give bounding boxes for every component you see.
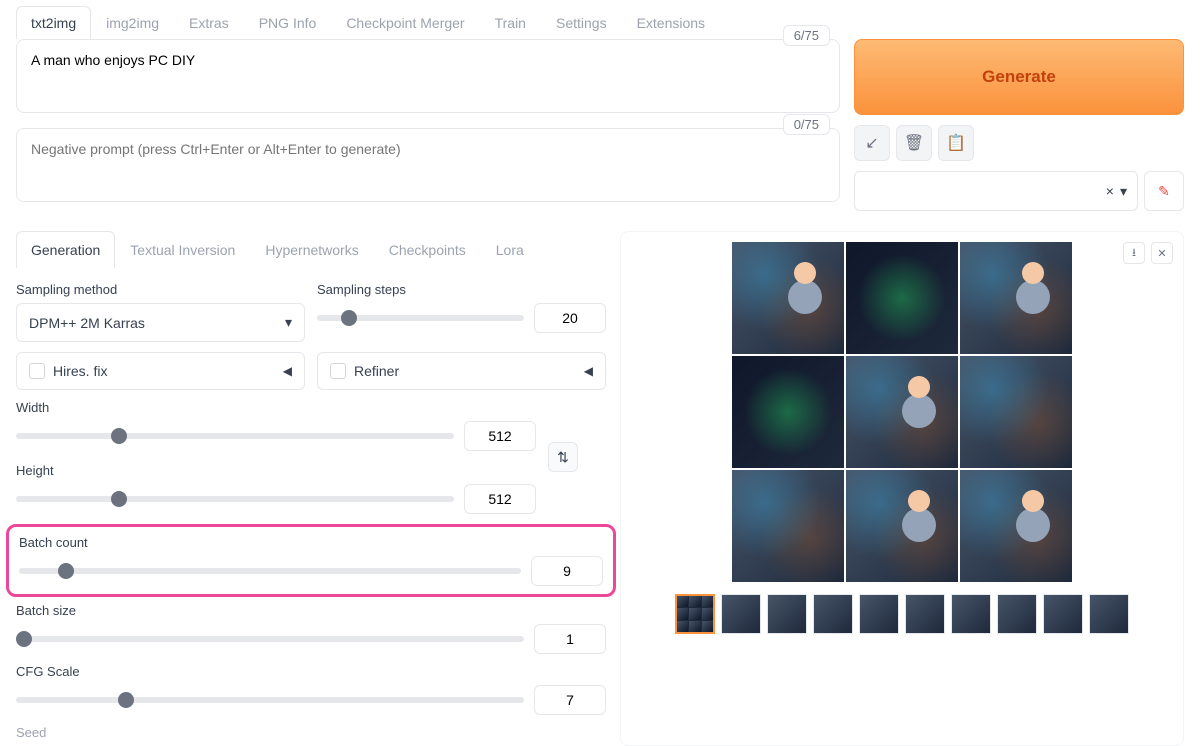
trash-icon: 🗑 [904, 133, 924, 153]
generate-button[interactable]: Generate [854, 39, 1184, 115]
thumbnail-2[interactable] [767, 594, 807, 634]
thumbnail-9[interactable] [1089, 594, 1129, 634]
sampling-method-value: DPM++ 2M Karras [29, 315, 145, 331]
height-label: Height [16, 463, 536, 478]
batch-count-slider[interactable] [19, 568, 521, 574]
sampling-method-label: Sampling method [16, 282, 305, 297]
thumbnail-1[interactable] [721, 594, 761, 634]
swap-icon: ⇅ [557, 449, 569, 466]
tab-checkpoint-merger[interactable]: Checkpoint Merger [331, 6, 479, 39]
width-input[interactable] [464, 421, 536, 451]
neg-prompt-token-count: 0/75 [783, 114, 830, 135]
tab-pnginfo[interactable]: PNG Info [244, 6, 332, 39]
cfg-scale-input[interactable] [534, 685, 606, 715]
refiner-label: Refiner [354, 363, 584, 379]
thumbnail-5[interactable] [905, 594, 945, 634]
output-grid-image[interactable] [732, 242, 1072, 582]
tab-img2img[interactable]: img2img [91, 6, 174, 39]
swap-dimensions-button[interactable]: ⇅ [548, 442, 578, 472]
prompt-token-count: 6/75 [783, 25, 830, 46]
tab-txt2img[interactable]: txt2img [16, 6, 91, 39]
hires-fix-checkbox[interactable] [29, 363, 45, 379]
thumbnail-6[interactable] [951, 594, 991, 634]
clear-button[interactable]: 🗑 [896, 125, 932, 161]
sub-tab-checkpoints[interactable]: Checkpoints [374, 231, 481, 268]
tab-settings[interactable]: Settings [541, 6, 622, 39]
width-label: Width [16, 400, 536, 415]
cfg-scale-label: CFG Scale [16, 664, 606, 679]
sampling-steps-slider[interactable] [317, 315, 524, 321]
height-input[interactable] [464, 484, 536, 514]
prompt-input[interactable]: A man who enjoys PC DIY [16, 39, 840, 113]
generation-sub-tabs: Generation Textual Inversion Hypernetwor… [16, 231, 606, 268]
refiner-checkbox[interactable] [330, 363, 346, 379]
seed-label: Seed [16, 725, 606, 740]
sub-tab-generation[interactable]: Generation [16, 231, 115, 268]
hires-fix-toggle[interactable]: Hires. fix ◀ [16, 352, 305, 390]
chevron-down-icon: ▾ [1120, 183, 1127, 200]
output-preview-panel: ⭳ ✕ [620, 231, 1184, 746]
paste-button[interactable]: 📋 [938, 125, 974, 161]
sampling-steps-input[interactable] [534, 303, 606, 333]
hires-fix-label: Hires. fix [53, 363, 283, 379]
batch-size-label: Batch size [16, 603, 606, 618]
thumbnail-grid[interactable] [675, 594, 715, 634]
batch-count-input[interactable] [531, 556, 603, 586]
cfg-scale-slider[interactable] [16, 697, 524, 703]
sampling-method-select[interactable]: DPM++ 2M Karras ▾ [16, 303, 305, 342]
pencil-icon: ✎ [1158, 183, 1170, 200]
tab-extras[interactable]: Extras [174, 6, 244, 39]
negative-prompt-input[interactable] [16, 128, 840, 202]
close-preview-button[interactable]: ✕ [1151, 242, 1173, 264]
edit-styles-button[interactable]: ✎ [1144, 171, 1184, 211]
styles-select[interactable]: × ▾ [854, 171, 1138, 211]
batch-size-input[interactable] [534, 624, 606, 654]
height-slider[interactable] [16, 496, 454, 502]
thumbnail-8[interactable] [1043, 594, 1083, 634]
tab-train[interactable]: Train [480, 6, 541, 39]
sampling-steps-label: Sampling steps [317, 282, 606, 297]
sub-tab-lora[interactable]: Lora [481, 231, 539, 268]
arrow-icon-button[interactable]: ↙ [854, 125, 890, 161]
clipboard-icon: 📋 [946, 133, 966, 153]
tab-extensions[interactable]: Extensions [622, 6, 720, 39]
download-button[interactable]: ⭳ [1123, 242, 1145, 264]
thumbnail-3[interactable] [813, 594, 853, 634]
main-tabs: txt2img img2img Extras PNG Info Checkpoi… [0, 0, 1200, 39]
chevron-down-icon: ▾ [285, 314, 292, 331]
thumbnail-7[interactable] [997, 594, 1037, 634]
clear-styles-icon[interactable]: × [1106, 183, 1114, 199]
output-thumbnails [631, 594, 1173, 634]
thumbnail-4[interactable] [859, 594, 899, 634]
width-slider[interactable] [16, 433, 454, 439]
refiner-toggle[interactable]: Refiner ◀ [317, 352, 606, 390]
sub-tab-textual-inversion[interactable]: Textual Inversion [115, 231, 250, 268]
download-icon: ⭳ [1132, 244, 1136, 263]
batch-count-label: Batch count [19, 535, 603, 550]
triangle-left-icon: ◀ [584, 364, 593, 378]
triangle-left-icon: ◀ [283, 364, 292, 378]
arrow-icon: ↙ [865, 133, 878, 153]
sub-tab-hypernetworks[interactable]: Hypernetworks [250, 231, 373, 268]
batch-count-highlight: Batch count [6, 524, 616, 597]
close-icon: ✕ [1157, 247, 1166, 260]
batch-size-slider[interactable] [16, 636, 524, 642]
